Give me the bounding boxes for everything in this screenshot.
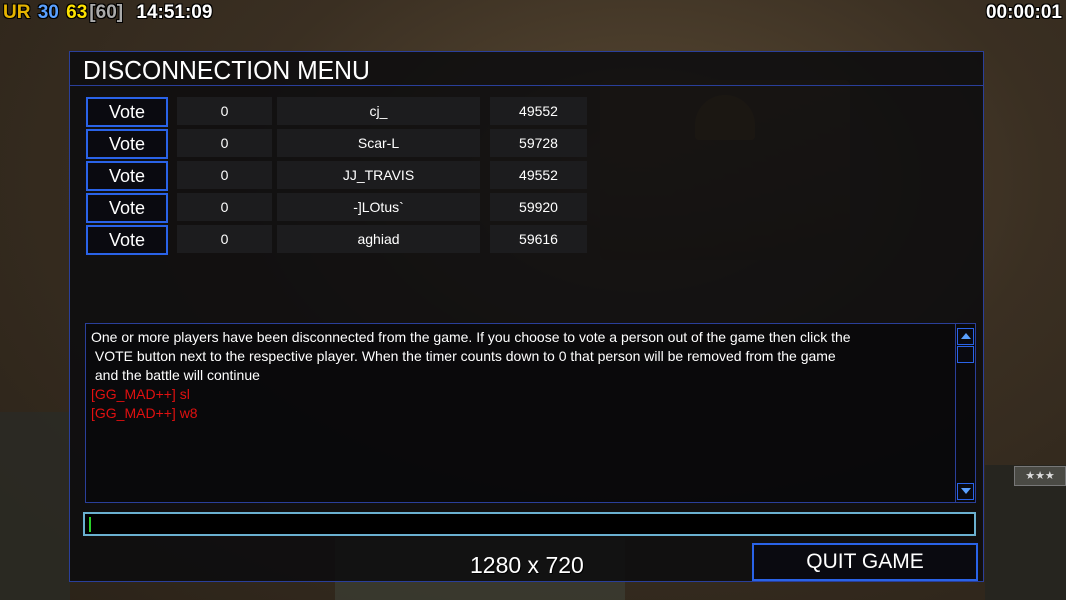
hud-ur-label: UR <box>3 2 31 23</box>
chat-message: [GG_MAD++] sl <box>91 386 190 402</box>
message-log: One or more players have been disconnect… <box>85 323 976 503</box>
vote-button[interactable]: Vote <box>86 225 168 255</box>
chat-message: [GG_MAD++] w8 <box>91 405 198 421</box>
title-bar: DISCONNECTION MENU <box>70 52 983 86</box>
text-caret <box>89 517 91 532</box>
vote-count: 0 <box>177 129 272 157</box>
vote-count: 0 <box>177 193 272 221</box>
player-timer: 49552 <box>490 97 587 125</box>
player-timer: 49552 <box>490 161 587 189</box>
hud-fps-limit: [60] <box>89 2 124 23</box>
vote-button[interactable]: Vote <box>86 161 168 191</box>
scroll-up-arrow-icon[interactable] <box>957 328 974 345</box>
player-timer: 59920 <box>490 193 587 221</box>
hud-clock: 14:51:09 <box>136 2 213 23</box>
message-line: and the battle will continue <box>91 367 260 383</box>
message-line: One or more players have been disconnect… <box>91 329 851 345</box>
vote-count: 0 <box>177 225 272 253</box>
player-name: Scar-L <box>277 129 480 157</box>
message-text: One or more players have been disconnect… <box>91 328 949 423</box>
vote-button[interactable]: Vote <box>86 129 168 159</box>
player-timer: 59616 <box>490 225 587 253</box>
chat-input[interactable] <box>83 512 976 536</box>
player-name: -]LOtus` <box>277 193 480 221</box>
scrollbar[interactable] <box>955 324 975 502</box>
scroll-thumb[interactable] <box>957 346 974 363</box>
player-name: cj_ <box>277 97 480 125</box>
player-timer: 59728 <box>490 129 587 157</box>
scroll-down-arrow-icon[interactable] <box>957 483 974 500</box>
vote-count: 0 <box>177 97 272 125</box>
game-timer: 00:00:01 <box>985 2 1062 23</box>
rank-stars: ★★★ <box>1014 466 1066 486</box>
hud-stats: UR 30 63 [60] 14:51:09 <box>3 2 214 24</box>
player-name: JJ_TRAVIS <box>277 161 480 189</box>
quit-game-button[interactable]: QUIT GAME <box>752 543 978 581</box>
disconnection-menu: DISCONNECTION MENU Vote 0 cj_ 49552 Vote… <box>69 51 984 582</box>
hud-game-fps: 63 <box>66 2 88 23</box>
message-line: VOTE button next to the respective playe… <box>91 348 836 364</box>
background-left-panel <box>0 412 70 600</box>
vote-count: 0 <box>177 161 272 189</box>
player-name: aghiad <box>277 225 480 253</box>
vote-button[interactable]: Vote <box>86 193 168 223</box>
resolution-label: 1280 x 720 <box>470 552 584 578</box>
hud-fps: 30 <box>37 2 59 23</box>
vote-button[interactable]: Vote <box>86 97 168 127</box>
menu-title: DISCONNECTION MENU <box>83 55 370 85</box>
